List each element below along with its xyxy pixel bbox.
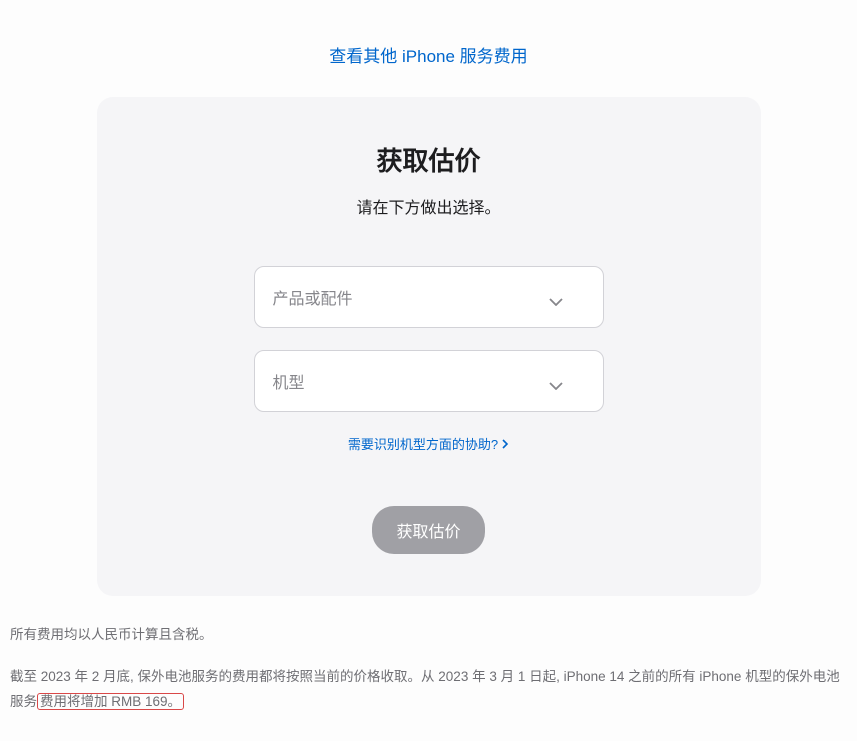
- top-link-container: 查看其他 iPhone 服务费用: [0, 0, 857, 97]
- chevron-down-icon: [549, 293, 563, 301]
- model-select[interactable]: 机型: [254, 350, 604, 412]
- product-select-placeholder: 产品或配件: [273, 285, 353, 309]
- estimate-card: 获取估价 请在下方做出选择。 产品或配件 机型 需要识别机型方面的协助? 获取估…: [97, 97, 761, 596]
- view-other-services-link[interactable]: 查看其他 iPhone 服务费用: [329, 47, 527, 66]
- chevron-right-icon: [502, 439, 509, 449]
- card-subtitle: 请在下方做出选择。: [157, 194, 701, 218]
- chevron-down-icon: [549, 377, 563, 385]
- card-title: 获取估价: [157, 141, 701, 178]
- model-select-wrapper: 机型: [254, 350, 604, 412]
- product-select[interactable]: 产品或配件: [254, 266, 604, 328]
- identify-model-help-link[interactable]: 需要识别机型方面的协助?: [348, 434, 509, 453]
- footer-note-tax: 所有费用均以人民币计算且含税。: [10, 622, 847, 648]
- help-link-container: 需要识别机型方面的协助?: [157, 434, 701, 454]
- model-select-placeholder: 机型: [273, 369, 305, 393]
- footer-note2-highlight: 费用将增加 RMB 169。: [37, 693, 184, 710]
- footer-note-price-change: 截至 2023 年 2 月底, 保外电池服务的费用都将按照当前的价格收取。从 2…: [10, 664, 847, 715]
- footer-notes: 所有费用均以人民币计算且含税。 截至 2023 年 2 月底, 保外电池服务的费…: [0, 596, 857, 741]
- get-estimate-button[interactable]: 获取估价: [372, 506, 484, 554]
- help-link-text: 需要识别机型方面的协助?: [348, 434, 498, 453]
- product-select-wrapper: 产品或配件: [254, 266, 604, 328]
